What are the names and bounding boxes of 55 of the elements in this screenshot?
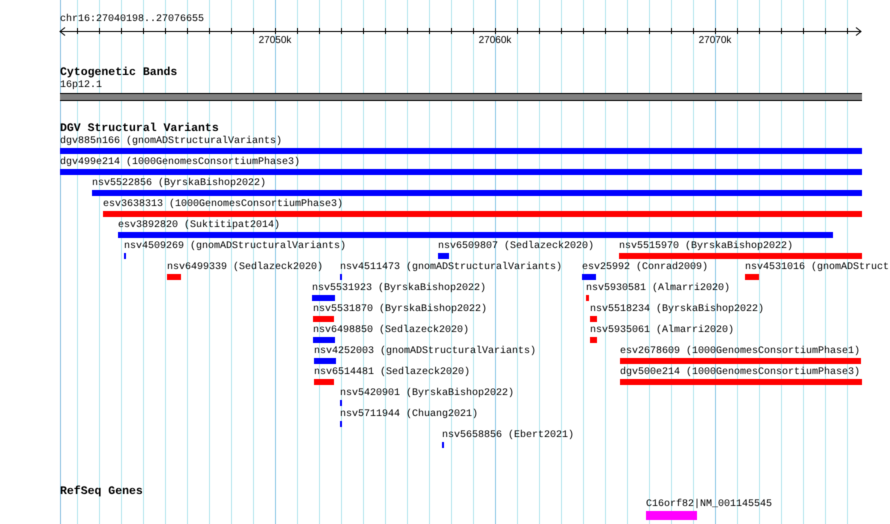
feature-bar[interactable] xyxy=(103,211,862,217)
feature-label: nsv5935061 (Almarri2020) xyxy=(590,325,734,337)
feature-bar[interactable] xyxy=(314,358,336,364)
feature-bar[interactable] xyxy=(586,295,589,301)
feature-bar[interactable] xyxy=(167,274,181,280)
feature-label: esv3638313 (1000GenomesConsortiumPhase3) xyxy=(103,199,344,211)
feature-bar[interactable] xyxy=(314,379,334,385)
feature-label: esv2678609 (1000GenomesConsortiumPhase1) xyxy=(620,346,860,358)
feature-label: esv3892820 (Suktitipat2014) xyxy=(118,220,280,232)
feature-label: nsv6514481 (Sedlazeck2020) xyxy=(314,367,470,379)
feature-label: nsv5518234 (ByrskaBishop2022) xyxy=(590,304,764,316)
feature-label: nsv5531923 (ByrskaBishop2022) xyxy=(312,283,486,295)
track-title: RefSeq Genes xyxy=(60,485,143,499)
track-title: DGV Structural Variants xyxy=(60,122,219,136)
feature-label: nsv5420901 (ByrskaBishop2022) xyxy=(340,388,514,400)
feature-bar[interactable] xyxy=(312,295,335,301)
feature-label: nsv5522856 (ByrskaBishop2022) xyxy=(92,178,266,190)
feature-bar[interactable] xyxy=(590,316,597,322)
feature-bar[interactable] xyxy=(92,190,862,196)
feature-bar[interactable] xyxy=(646,511,697,520)
feature-label: dgv499e214 (1000GenomesConsortiumPhase3) xyxy=(60,157,300,169)
feature-bar[interactable] xyxy=(620,379,862,385)
feature-bar[interactable] xyxy=(619,253,862,259)
feature-bar[interactable] xyxy=(582,274,596,280)
feature-bar[interactable] xyxy=(745,274,759,280)
track-title: Cytogenetic Bands xyxy=(60,66,178,80)
feature-bar[interactable] xyxy=(313,316,334,322)
feature-bar[interactable] xyxy=(590,337,597,343)
feature-label: nsv5658856 (Ebert2021) xyxy=(442,430,574,442)
feature-label: nsv5930581 (Almarri2020) xyxy=(586,283,730,295)
feature-bar[interactable] xyxy=(60,148,862,154)
feature-label: nsv5531870 (ByrskaBishop2022) xyxy=(313,304,488,316)
feature-bar[interactable] xyxy=(438,253,449,259)
tick-label: 27060k xyxy=(478,35,512,47)
feature-bar[interactable] xyxy=(60,169,862,175)
feature-label: nsv4531016 (gnomADStruct xyxy=(745,262,890,274)
feature-bar[interactable] xyxy=(118,232,833,238)
location-label: chr16:27040198..27076655 xyxy=(60,14,204,26)
feature-label: nsv4511473 (gnomADStructuralVariants) xyxy=(340,262,562,274)
feature-label: nsv4509269 (gnomADStructuralVariants) xyxy=(124,241,346,253)
feature-label: nsv5515970 (ByrskaBishop2022) xyxy=(619,241,794,253)
feature-label: dgv500e214 (1000GenomesConsortiumPhase3) xyxy=(620,367,860,379)
feature-bar[interactable] xyxy=(313,337,335,343)
feature-label: nsv6509807 (Sedlazeck2020) xyxy=(438,241,594,253)
tick-label: 27050k xyxy=(258,35,292,47)
tick-label: 27070k xyxy=(698,35,732,47)
feature-label: nsv6499339 (Sedlazeck2020) xyxy=(167,262,324,274)
feature-bar[interactable] xyxy=(620,358,861,364)
feature-label: esv25992 (Conrad2009) xyxy=(582,262,708,274)
band-label: 16p12.1 xyxy=(60,80,102,92)
feature-label: nsv5711944 (Chuang2021) xyxy=(340,409,478,421)
feature-label: nsv6498850 (Sedlazeck2020) xyxy=(313,325,470,337)
feature-label: nsv4252003 (gnomADStructuralVariants) xyxy=(314,346,536,358)
feature-label: C16orf82|NM_001145545 xyxy=(646,499,772,511)
feature-label: dgv885n166 (gnomADStructuralVariants) xyxy=(60,136,282,148)
